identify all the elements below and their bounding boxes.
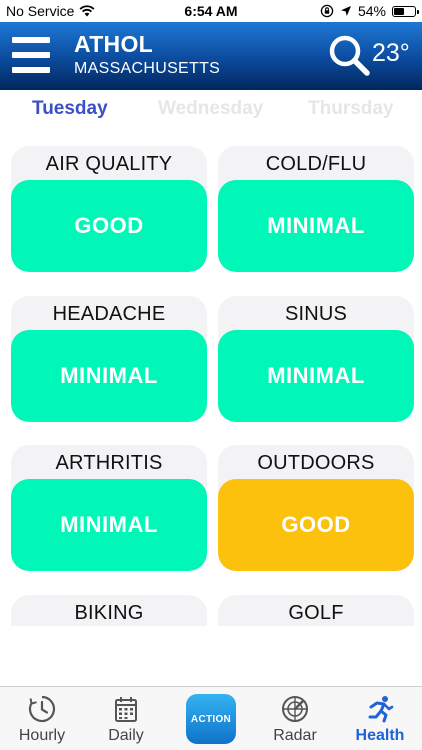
card-level: GOOD bbox=[218, 479, 414, 571]
nav-label-health: Health bbox=[355, 727, 405, 744]
card-title: SINUS bbox=[284, 303, 348, 325]
card-level: MINIMAL bbox=[218, 180, 414, 272]
radar-icon bbox=[282, 696, 308, 722]
nav-weather-action[interactable]: ACTION bbox=[169, 687, 253, 750]
calendar-icon bbox=[115, 697, 137, 722]
card-air-quality[interactable]: AIR QUALITY GOOD bbox=[11, 146, 207, 272]
card-title: OUTDOORS bbox=[257, 452, 375, 474]
card-level: MINIMAL bbox=[11, 479, 207, 571]
nav-label-hourly: Hourly bbox=[18, 727, 66, 744]
health-cards-grid: AIR QUALITY GOOD COLD/FLU MINIMAL HEADAC… bbox=[0, 0, 422, 626]
card-golf[interactable]: GOLF bbox=[218, 595, 414, 626]
card-level: MINIMAL bbox=[11, 330, 207, 422]
card-title: COLD/FLU bbox=[265, 153, 367, 175]
nav-hourly[interactable]: Hourly bbox=[0, 687, 84, 750]
nav-label-daily: Daily bbox=[108, 727, 144, 744]
nav-radar[interactable]: Radar bbox=[253, 687, 337, 750]
card-sinus[interactable]: SINUS MINIMAL bbox=[218, 296, 414, 422]
nav-daily[interactable]: Daily bbox=[84, 687, 168, 750]
card-title: AIR QUALITY bbox=[45, 153, 173, 175]
card-title: GOLF bbox=[288, 602, 344, 624]
card-level: GOOD bbox=[11, 180, 207, 272]
runner-icon bbox=[368, 696, 394, 723]
card-arthritis[interactable]: ARTHRITIS MINIMAL bbox=[11, 445, 207, 571]
card-title: ARTHRITIS bbox=[55, 452, 163, 474]
card-title: BIKING bbox=[74, 602, 144, 624]
clock-icon bbox=[28, 695, 56, 723]
card-cold-flu[interactable]: COLD/FLU MINIMAL bbox=[218, 146, 414, 272]
app-screen: No Service 6:54 AM 54% ATHOL MASSACHUSET… bbox=[0, 0, 422, 750]
nav-label-radar: Radar bbox=[273, 727, 317, 744]
card-headache[interactable]: HEADACHE MINIMAL bbox=[11, 296, 207, 422]
card-outdoors[interactable]: OUTDOORS GOOD bbox=[218, 445, 414, 571]
card-title: HEADACHE bbox=[52, 303, 166, 325]
bottom-tab-bar: Hourly Daily ACTION Radar Health bbox=[0, 686, 422, 750]
card-biking[interactable]: BIKING bbox=[11, 595, 207, 626]
card-level: MINIMAL bbox=[218, 330, 414, 422]
nav-health[interactable]: Health bbox=[338, 687, 422, 750]
weather-action-logo-icon: ACTION bbox=[186, 694, 236, 744]
